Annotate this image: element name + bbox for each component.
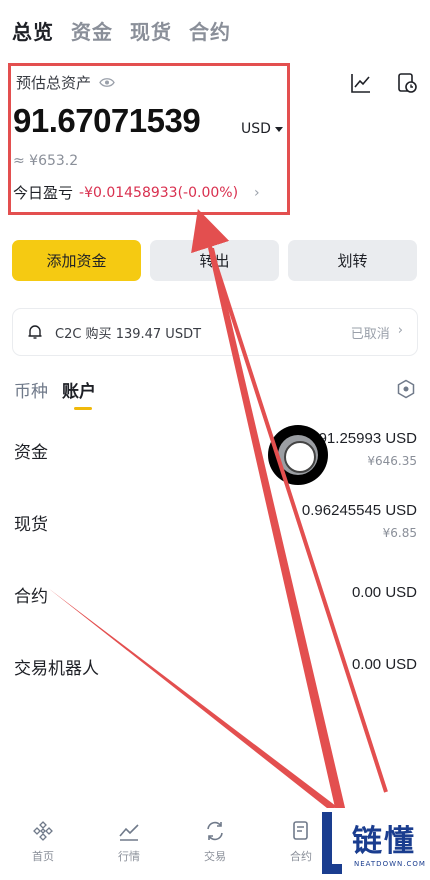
notice-text: C2C 购买 139.47 USDT — [55, 326, 202, 342]
active-tab-underline — [74, 407, 92, 410]
market-chart-icon — [119, 824, 139, 841]
nav-label: 行情 — [118, 850, 140, 863]
asset-view-tabs: 币种 账户 — [14, 377, 96, 402]
watermark-text: 链懂 — [352, 824, 416, 859]
home-diamond-icon — [33, 821, 53, 841]
tab-funding[interactable]: 资金 — [71, 16, 113, 45]
watermark-subtext: NEATDOWN.COM — [354, 860, 426, 868]
today-pnl-value: -¥0.01458933(-0.00%) — [79, 184, 239, 201]
watermark-l-icon — [322, 812, 342, 874]
account-amount: 0.00 USD — [351, 656, 417, 673]
account-name: 合约 — [14, 587, 48, 607]
withdraw-button[interactable]: 转出 — [150, 240, 279, 281]
chevron-right-icon: › — [397, 322, 403, 338]
approx-cny-value: ≈ ¥653.2 — [13, 153, 79, 169]
account-row-futures[interactable]: 合约 0.00 USD — [14, 582, 417, 608]
hexagon-settings-icon[interactable] — [396, 379, 416, 399]
nav-markets[interactable]: 行情 — [86, 812, 172, 880]
account-amount: 0.96245545 USD — [301, 502, 417, 519]
total-balance: 91.67071539 — [13, 102, 201, 139]
estimated-assets-label-row: 预估总资产 — [16, 72, 115, 93]
loading-spinner — [268, 425, 328, 485]
notice-status-label: 已取消 — [350, 326, 390, 342]
notice-status: 已取消 › — [351, 323, 403, 342]
account-row-trading-bot[interactable]: 交易机器人 0.00 USD — [14, 654, 417, 680]
futures-icon — [293, 821, 308, 840]
trade-swap-icon — [207, 821, 223, 841]
nav-label: 首页 — [32, 850, 54, 863]
c2c-order-notice[interactable]: C2C 购买 139.47 USDT 已取消 › — [12, 308, 418, 356]
caret-down-icon — [274, 126, 283, 132]
history-record-icon[interactable] — [396, 72, 418, 94]
today-pnl-row[interactable]: 今日盈亏 -¥0.01458933(-0.00%) › — [13, 182, 260, 203]
watermark-logo: 链懂 NEATDOWN.COM — [314, 808, 430, 880]
chevron-right-icon: › — [254, 184, 260, 201]
account-name: 资金 — [14, 443, 48, 463]
account-cny: ¥6.85 — [382, 526, 417, 540]
nav-label: 交易 — [204, 850, 226, 863]
top-tab-bar: 总览 资金 现货 合约 — [12, 16, 231, 45]
tab-spot[interactable]: 现货 — [130, 16, 172, 45]
account-amount: 0.00 USD — [351, 584, 417, 601]
nav-home[interactable]: 首页 — [0, 812, 86, 880]
transfer-button[interactable]: 划转 — [288, 240, 417, 281]
currency-selector[interactable]: USD — [241, 121, 283, 137]
account-row-funding[interactable]: 资金 91.25993 USD ¥646.35 — [14, 430, 417, 474]
tab-by-account[interactable]: 账户 — [62, 377, 96, 402]
account-row-spot[interactable]: 现货 0.96245545 USD ¥6.85 — [14, 502, 417, 546]
today-pnl-label: 今日盈亏 — [13, 184, 74, 202]
nav-label: 合约 — [290, 850, 312, 863]
line-chart-icon[interactable] — [350, 72, 372, 94]
estimated-assets-label: 预估总资产 — [16, 74, 92, 92]
account-name: 现货 — [14, 515, 48, 535]
eye-icon[interactable] — [99, 77, 115, 88]
tab-futures[interactable]: 合约 — [189, 16, 231, 45]
bell-icon — [28, 325, 42, 339]
add-funds-button[interactable]: 添加资金 — [12, 240, 141, 281]
tab-by-coin[interactable]: 币种 — [14, 377, 48, 402]
tab-overview[interactable]: 总览 — [12, 16, 54, 45]
account-cny: ¥646.35 — [367, 454, 417, 468]
account-amount: 91.25993 USD — [318, 430, 417, 447]
action-buttons: 添加资金 转出 划转 — [12, 240, 417, 281]
nav-trade[interactable]: 交易 — [172, 812, 258, 880]
account-name: 交易机器人 — [14, 659, 99, 679]
currency-label: USD — [241, 121, 271, 137]
